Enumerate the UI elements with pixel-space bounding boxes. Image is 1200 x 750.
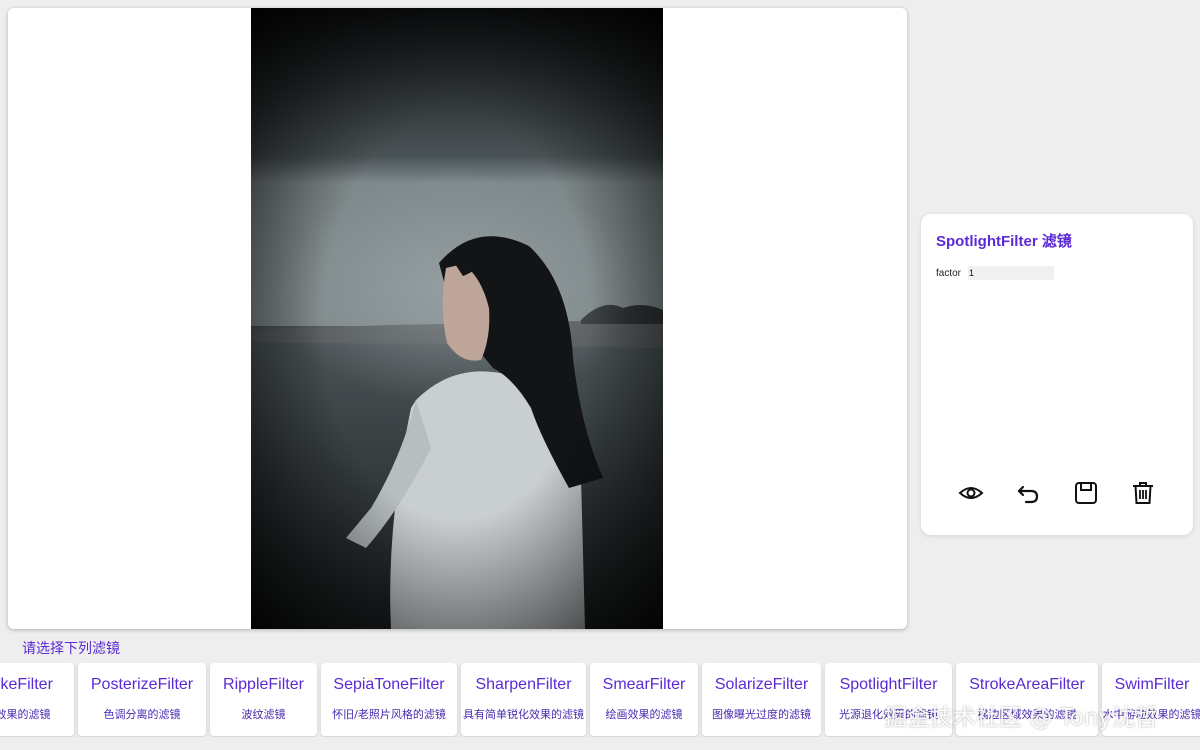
filter-card-ripple[interactable]: RippleFilter 波纹滤镜 [210,663,317,736]
save-icon [1074,482,1097,504]
filter-desc: 绘画效果的滤镜 [605,708,683,721]
filter-card-posterize[interactable]: PosterizeFilter 色调分离的滤镜 [78,663,206,736]
filter-name: SwimFilter [1114,676,1190,693]
filter-card-swim[interactable]: SwimFilter 水中游动效果的滤镜 [1102,663,1200,736]
undo-button[interactable] [1014,479,1042,507]
filter-card-stroke[interactable]: StrokeFilter 描边效果的滤镜 [0,663,74,736]
filter-desc: 色调分离的滤镜 [103,708,181,721]
filter-desc: 怀旧/老照片风格的滤镜 [332,708,446,721]
image-canvas [8,8,907,629]
filter-name: StrokeAreaFilter [969,676,1085,693]
filter-name: PosterizeFilter [90,676,194,693]
eye-icon [958,487,984,499]
filter-desc: 描边区域效果的滤镜 [977,708,1077,721]
filter-desc: 图像曝光过度的滤镜 [712,708,811,721]
filter-desc: 光源退化效果的滤镜 [839,708,938,721]
filter-desc: 描边效果的滤镜 [0,708,51,721]
filter-desc: 波纹滤镜 [241,708,286,721]
edited-photo [251,8,663,629]
filter-card-sharpen[interactable]: SharpenFilter 具有简单锐化效果的滤镜 [461,663,586,736]
delete-button[interactable] [1129,479,1157,507]
filter-name: SharpenFilter [475,676,572,693]
filter-desc: 具有简单锐化效果的滤镜 [463,708,584,721]
filter-settings-panel: SpotlightFilter 滤镜 factor [921,214,1193,535]
filter-name: StrokeFilter [0,676,53,693]
filter-card-sepiatone[interactable]: SepiaToneFilter 怀旧/老照片风格的滤镜 [321,663,457,736]
filter-card-spotlight[interactable]: SpotlightFilter 光源退化效果的滤镜 [825,663,952,736]
save-button[interactable] [1072,479,1100,507]
factor-input[interactable] [968,266,1055,280]
filter-list[interactable]: StrokeFilter 描边效果的滤镜 PosterizeFilter 色调分… [0,663,1200,737]
filter-name: SpotlightFilter [839,676,938,693]
filter-name: SmearFilter [602,676,686,693]
filter-name: SolarizeFilter [714,676,809,693]
param-row-factor: factor [936,265,1055,281]
param-label: factor [936,267,962,279]
filter-card-smear[interactable]: SmearFilter 绘画效果的滤镜 [590,663,698,736]
filter-card-strokearea[interactable]: StrokeAreaFilter 描边区域效果的滤镜 [956,663,1098,736]
undo-icon [1018,485,1039,504]
filter-card-solarize[interactable]: SolarizeFilter 图像曝光过度的滤镜 [702,663,821,736]
filter-section-label: 请选择下列滤镜 [22,641,120,657]
panel-actions [957,480,1157,506]
panel-title: SpotlightFilter 滤镜 [936,233,1072,250]
filter-desc: 水中游动效果的滤镜 [1102,708,1200,721]
trash-icon [1132,482,1153,504]
preview-button[interactable] [957,479,985,507]
photo-illustration [251,8,663,629]
filter-name: RippleFilter [223,676,304,693]
filter-name: SepiaToneFilter [333,676,445,693]
